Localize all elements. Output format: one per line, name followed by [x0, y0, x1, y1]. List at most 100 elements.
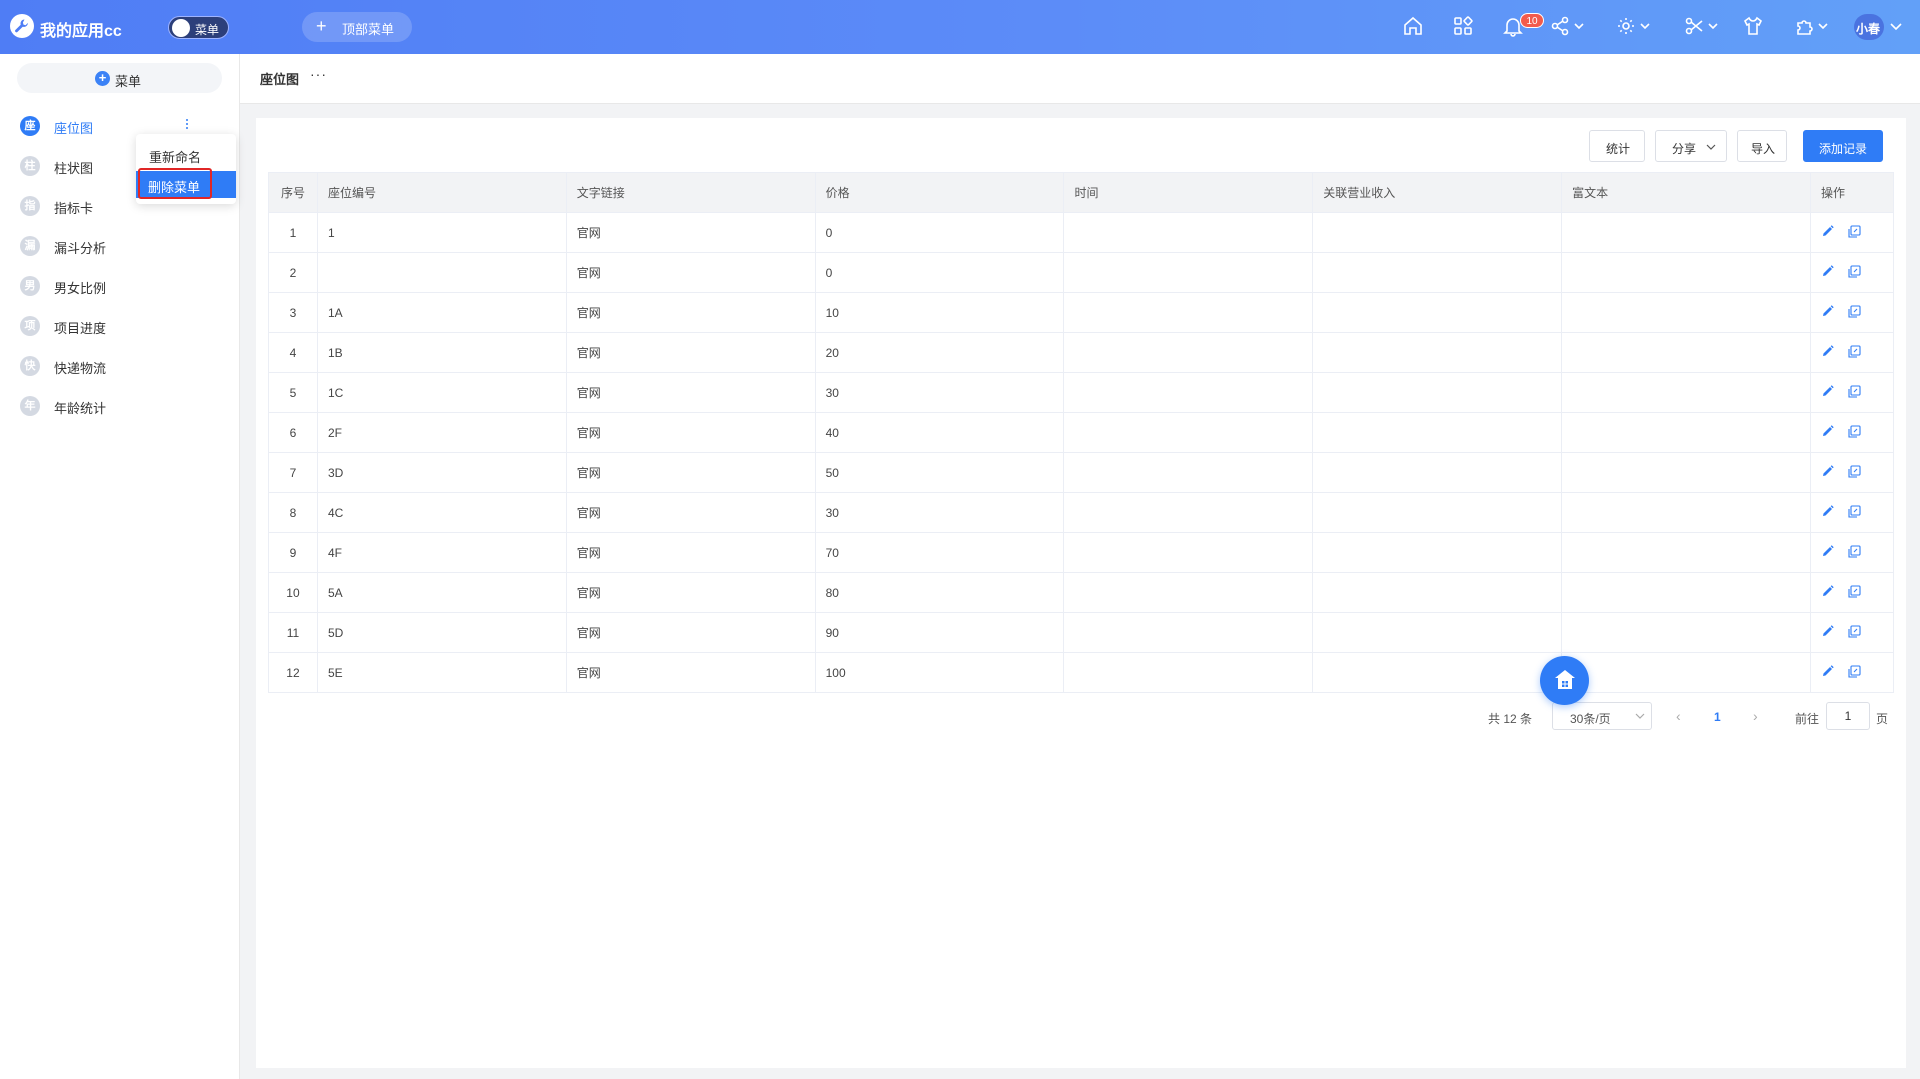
cell-time[interactable]: [1063, 252, 1314, 293]
cell-time[interactable]: [1063, 492, 1314, 533]
share-dropdown-icon[interactable]: [1550, 15, 1590, 39]
cell-price[interactable]: 30: [814, 372, 1065, 413]
sidebar-item[interactable]: 漏漏斗分析: [0, 225, 240, 265]
cell-revenue[interactable]: [1312, 212, 1563, 253]
column-header[interactable]: 座位编号: [316, 172, 567, 213]
add-menu-button[interactable]: + 菜单: [17, 63, 222, 93]
edit-icon[interactable]: [1822, 585, 1834, 600]
cell-seat[interactable]: 4F: [316, 532, 567, 573]
table-row[interactable]: 8 4C 官网 30: [268, 492, 1895, 533]
copy-icon[interactable]: [1848, 624, 1861, 641]
cell-seat[interactable]: 2F: [316, 412, 567, 453]
cell-link[interactable]: 官网: [565, 292, 816, 333]
column-header[interactable]: 富文本: [1561, 172, 1811, 213]
cell-revenue[interactable]: [1312, 452, 1563, 493]
cell-revenue[interactable]: [1312, 532, 1563, 573]
cell-link[interactable]: 官网: [565, 212, 816, 253]
cell-time[interactable]: [1063, 452, 1314, 493]
cell-link[interactable]: 官网: [565, 612, 816, 653]
cell-seat[interactable]: 5A: [316, 572, 567, 613]
prev-page-icon[interactable]: ‹: [1676, 708, 1681, 724]
cell-rich-text[interactable]: [1561, 332, 1811, 373]
stats-button[interactable]: 统计: [1589, 130, 1645, 162]
cell-seat[interactable]: 1C: [316, 372, 567, 413]
cell-seat[interactable]: 1: [316, 212, 567, 253]
cell-rich-text[interactable]: [1561, 212, 1811, 253]
cell-price[interactable]: 80: [814, 572, 1065, 613]
table-row[interactable]: 2 官网 0: [268, 252, 1895, 293]
column-header[interactable]: 价格: [814, 172, 1065, 213]
cell-seat[interactable]: [316, 252, 567, 293]
cell-rich-text[interactable]: [1561, 532, 1811, 573]
rename-menu-item[interactable]: 重新命名: [149, 147, 201, 166]
cell-rich-text[interactable]: [1561, 252, 1811, 293]
copy-icon[interactable]: [1848, 664, 1861, 681]
cell-price[interactable]: 30: [814, 492, 1065, 533]
cell-link[interactable]: 官网: [565, 572, 816, 613]
more-vertical-icon[interactable]: [184, 118, 190, 132]
cell-time[interactable]: [1063, 212, 1314, 253]
edit-icon[interactable]: [1822, 345, 1834, 360]
table-row[interactable]: 12 5E 官网 100: [268, 652, 1895, 693]
cell-rich-text[interactable]: [1561, 412, 1811, 453]
copy-icon[interactable]: [1848, 464, 1861, 481]
cell-time[interactable]: [1063, 332, 1314, 373]
table-row[interactable]: 11 5D 官网 90: [268, 612, 1895, 653]
cell-seat[interactable]: 5E: [316, 652, 567, 693]
cell-link[interactable]: 官网: [565, 492, 816, 533]
cell-rich-text[interactable]: [1561, 492, 1811, 533]
cell-time[interactable]: [1063, 612, 1314, 653]
copy-icon[interactable]: [1848, 424, 1861, 441]
cell-revenue[interactable]: [1312, 332, 1563, 373]
cell-seat[interactable]: 3D: [316, 452, 567, 493]
cell-rich-text[interactable]: [1561, 612, 1811, 653]
sidebar-item[interactable]: 快快递物流: [0, 345, 240, 385]
settings-dropdown-icon[interactable]: [1616, 15, 1656, 39]
cell-price[interactable]: 0: [814, 212, 1065, 253]
table-row[interactable]: 4 1B 官网 20: [268, 332, 1895, 373]
user-avatar[interactable]: 小春: [1854, 14, 1884, 40]
add-record-button[interactable]: 添加记录: [1803, 130, 1883, 162]
import-button[interactable]: 导入: [1737, 130, 1787, 162]
cell-rich-text[interactable]: [1561, 452, 1811, 493]
cell-revenue[interactable]: [1312, 372, 1563, 413]
cell-link[interactable]: 官网: [565, 652, 816, 693]
cell-price[interactable]: 40: [814, 412, 1065, 453]
table-row[interactable]: 6 2F 官网 40: [268, 412, 1895, 453]
copy-icon[interactable]: [1848, 224, 1861, 241]
sidebar-item[interactable]: 男男女比例: [0, 265, 240, 305]
cell-time[interactable]: [1063, 292, 1314, 333]
table-row[interactable]: 1 1 官网 0: [268, 212, 1895, 253]
cell-time[interactable]: [1063, 412, 1314, 453]
cell-link[interactable]: 官网: [565, 332, 816, 373]
cell-rich-text[interactable]: [1561, 372, 1811, 413]
column-header[interactable]: 文字链接: [565, 172, 816, 213]
cell-revenue[interactable]: [1312, 412, 1563, 453]
menu-toggle[interactable]: 菜单: [168, 16, 229, 39]
edit-icon[interactable]: [1822, 305, 1834, 320]
edit-icon[interactable]: [1822, 625, 1834, 640]
table-row[interactable]: 10 5A 官网 80: [268, 572, 1895, 613]
cell-time[interactable]: [1063, 532, 1314, 573]
edit-icon[interactable]: [1822, 665, 1834, 680]
copy-icon[interactable]: [1848, 504, 1861, 521]
home-icon[interactable]: [1402, 15, 1424, 39]
copy-icon[interactable]: [1848, 584, 1861, 601]
floating-home-button[interactable]: [1540, 656, 1589, 705]
table-row[interactable]: 7 3D 官网 50: [268, 452, 1895, 493]
page-size-select[interactable]: 30条/页: [1552, 702, 1652, 730]
cell-price[interactable]: 90: [814, 612, 1065, 653]
goto-page-input[interactable]: [1826, 702, 1870, 730]
copy-icon[interactable]: [1848, 264, 1861, 281]
table-row[interactable]: 3 1A 官网 10: [268, 292, 1895, 333]
cell-link[interactable]: 官网: [565, 452, 816, 493]
cell-seat[interactable]: 5D: [316, 612, 567, 653]
add-top-menu-button[interactable]: + 顶部菜单: [302, 12, 412, 42]
table-row[interactable]: 9 4F 官网 70: [268, 532, 1895, 573]
copy-icon[interactable]: [1848, 344, 1861, 361]
current-page[interactable]: 1: [1714, 710, 1721, 724]
cell-seat[interactable]: 1A: [316, 292, 567, 333]
edit-icon[interactable]: [1822, 265, 1834, 280]
sidebar-item[interactable]: 项项目进度: [0, 305, 240, 345]
edit-icon[interactable]: [1822, 425, 1834, 440]
